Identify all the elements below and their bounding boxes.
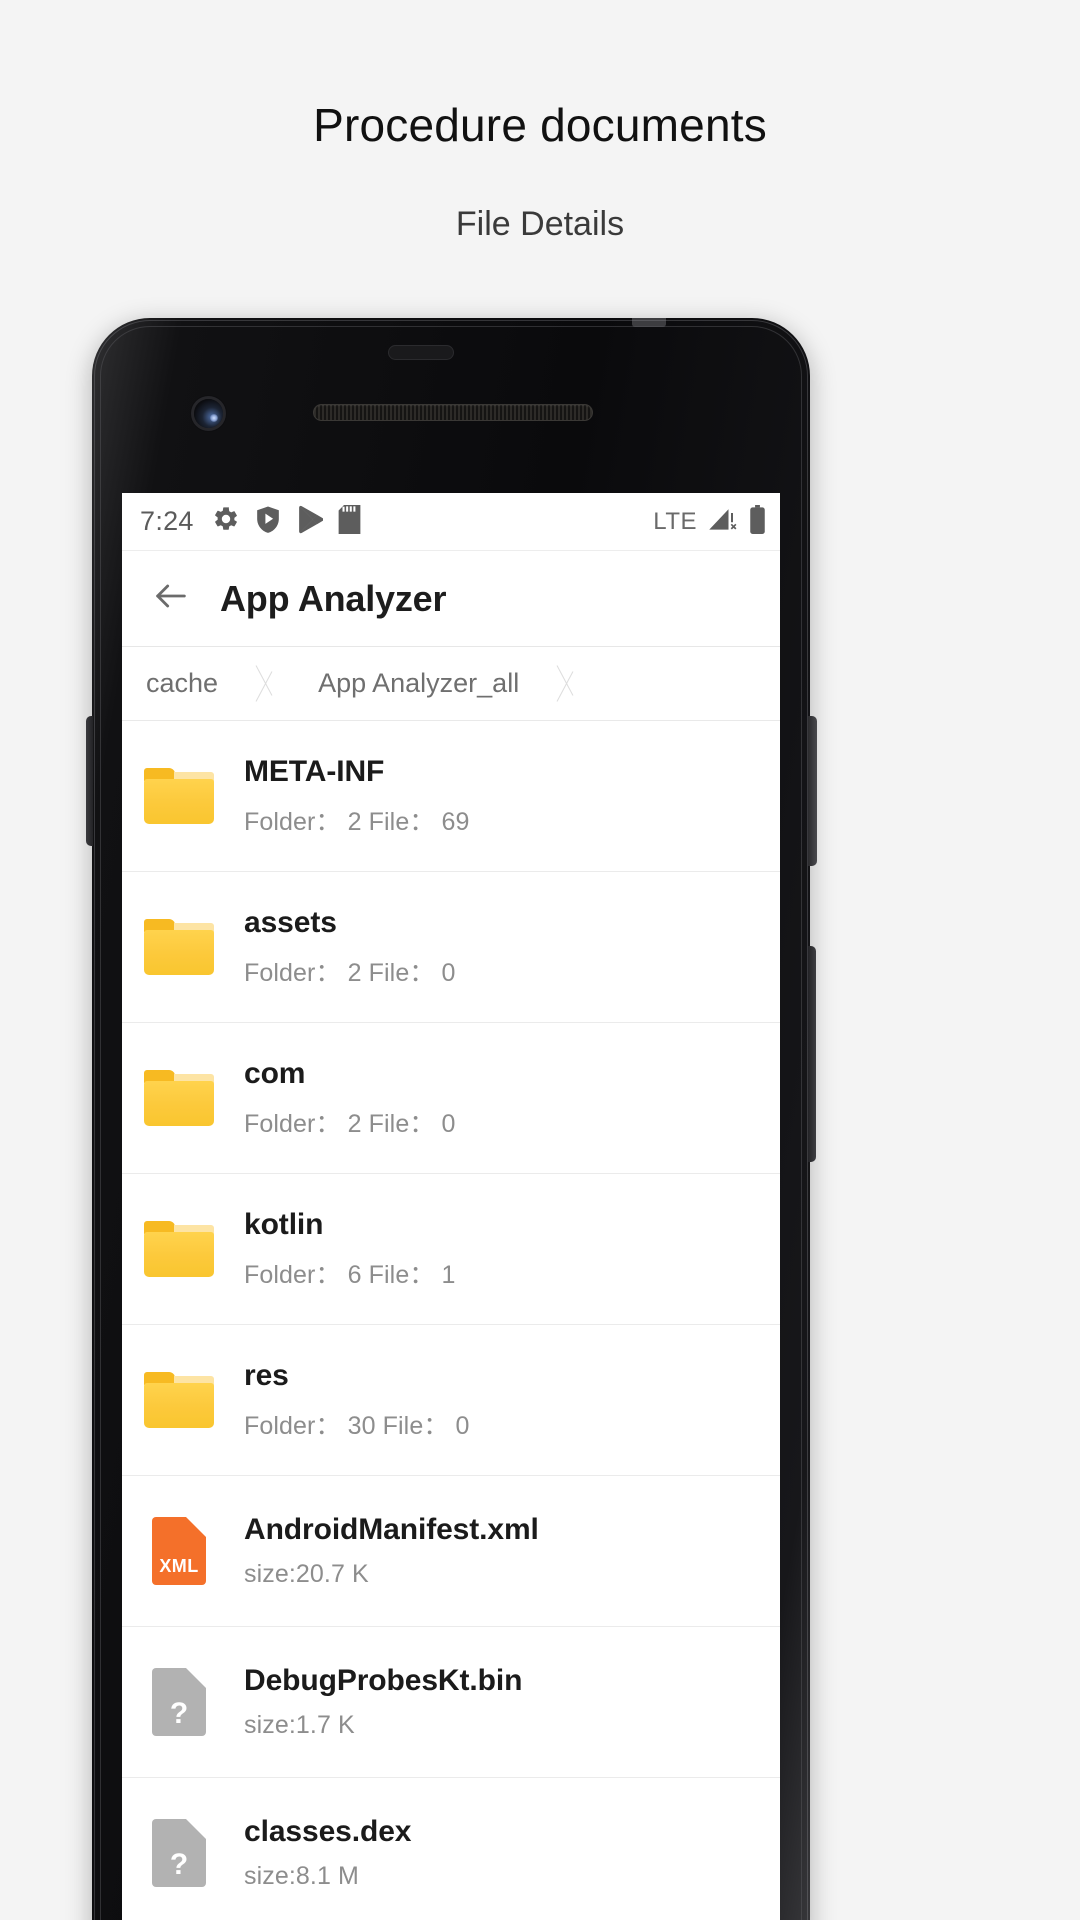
status-right-icons: LTE <box>653 504 766 539</box>
file-text: META-INF Folder： 2 File： 69 <box>244 755 470 838</box>
breadcrumb: cache App Analyzer_all <box>122 647 780 721</box>
file-text: assets Folder： 2 File： 0 <box>244 906 456 989</box>
file-text: res Folder： 30 File： 0 <box>244 1359 470 1442</box>
file-name: AndroidManifest.xml <box>244 1513 539 1546</box>
folder-icon <box>144 768 214 824</box>
file-text: kotlin Folder： 6 File： 1 <box>244 1208 456 1291</box>
file-meta: Folder： 30 File： 0 <box>244 1411 470 1440</box>
file-text: classes.dex size:8.1 M <box>244 1815 411 1891</box>
volume-button[interactable] <box>808 946 816 1162</box>
file-name: classes.dex <box>244 1815 412 1848</box>
folder-icon <box>144 1070 214 1126</box>
chevron-right-icon <box>248 647 294 720</box>
file-meta: Folder： 2 File： 0 <box>244 1109 456 1138</box>
file-meta: Folder： 2 File： 0 <box>244 958 456 987</box>
top-speaker-slot <box>388 345 454 360</box>
play-protect-icon <box>255 505 281 539</box>
list-item[interactable]: XML AndroidManifest.xml size:20.7 K <box>122 1476 780 1627</box>
earpiece-speaker <box>313 404 593 421</box>
phone-screen: 7:24 LTE App Analyzer cache App Analyzer… <box>122 493 780 1920</box>
file-meta: size:20.7 K <box>244 1560 369 1588</box>
file-text: DebugProbesKt.bin size:1.7 K <box>244 1664 522 1740</box>
battery-full-icon <box>749 504 766 539</box>
file-name: com <box>244 1056 306 1090</box>
chevron-right-icon <box>549 647 595 720</box>
network-type-label: LTE <box>653 507 697 535</box>
list-item[interactable]: META-INF Folder： 2 File： 69 <box>122 721 780 872</box>
file-name: assets <box>244 905 337 939</box>
app-bar: App Analyzer <box>122 551 780 647</box>
status-left-icons <box>212 504 361 539</box>
phone-left-accent <box>86 716 93 846</box>
breadcrumb-item-cache[interactable]: cache <box>122 647 248 720</box>
page-title: Procedure documents <box>313 99 767 151</box>
antenna-notch <box>632 318 666 327</box>
page-root: Procedure documents File Details 7:24 LT… <box>0 0 1080 1920</box>
file-icon <box>140 1070 218 1126</box>
file-icon <box>140 919 218 975</box>
folder-icon <box>144 1372 214 1428</box>
sd-card-icon <box>338 504 361 539</box>
list-item[interactable]: ? DebugProbesKt.bin size:1.7 K <box>122 1627 780 1778</box>
file-meta: size:1.7 K <box>244 1711 355 1739</box>
folder-icon <box>144 1221 214 1277</box>
list-item[interactable]: res Folder： 30 File： 0 <box>122 1325 780 1476</box>
file-type-badge: XML <box>159 1556 199 1576</box>
file-type-badge: ? <box>169 1697 189 1730</box>
list-item[interactable]: assets Folder： 2 File： 0 <box>122 872 780 1023</box>
file-icon: ? <box>140 1819 218 1887</box>
list-item[interactable]: kotlin Folder： 6 File： 1 <box>122 1174 780 1325</box>
front-camera-icon <box>194 399 223 428</box>
unknown-file-icon: ? <box>152 1668 206 1736</box>
file-list: META-INF Folder： 2 File： 69 assets Folde… <box>122 721 780 1920</box>
unknown-file-icon: ? <box>152 1819 206 1887</box>
signal-no-service-icon <box>708 505 738 538</box>
status-bar: 7:24 LTE <box>122 493 780 551</box>
back-button[interactable] <box>148 576 194 622</box>
file-name: DebugProbesKt.bin <box>244 1664 523 1697</box>
status-time: 7:24 <box>140 506 194 536</box>
folder-icon <box>144 919 214 975</box>
file-name: res <box>244 1358 289 1392</box>
power-button[interactable] <box>808 716 817 866</box>
file-icon <box>140 1372 218 1428</box>
app-bar-title: App Analyzer <box>220 577 447 619</box>
xml-file-icon: XML <box>152 1517 206 1585</box>
file-meta: size:8.1 M <box>244 1862 359 1890</box>
file-type-badge: ? <box>169 1848 189 1881</box>
file-name: META-INF <box>244 754 385 788</box>
phone-mockup: 7:24 LTE App Analyzer cache App Analyzer… <box>86 318 817 1920</box>
page-subtitle: File Details <box>455 205 625 243</box>
file-icon: XML <box>140 1517 218 1585</box>
play-store-icon <box>296 505 324 539</box>
file-name: kotlin <box>244 1207 324 1241</box>
file-text: AndroidManifest.xml size:20.7 K <box>244 1513 539 1589</box>
file-meta: Folder： 6 File： 1 <box>244 1260 456 1289</box>
gear-icon <box>212 505 240 538</box>
file-text: com Folder： 2 File： 0 <box>244 1057 456 1140</box>
arrow-left-icon <box>151 576 191 621</box>
file-icon: ? <box>140 1668 218 1736</box>
breadcrumb-item-app-analyzer-all[interactable]: App Analyzer_all <box>294 647 549 720</box>
file-icon <box>140 1221 218 1277</box>
list-item[interactable]: ? classes.dex size:8.1 M <box>122 1778 780 1920</box>
file-icon <box>140 768 218 824</box>
list-item[interactable]: com Folder： 2 File： 0 <box>122 1023 780 1174</box>
file-meta: Folder： 2 File： 69 <box>244 807 470 836</box>
